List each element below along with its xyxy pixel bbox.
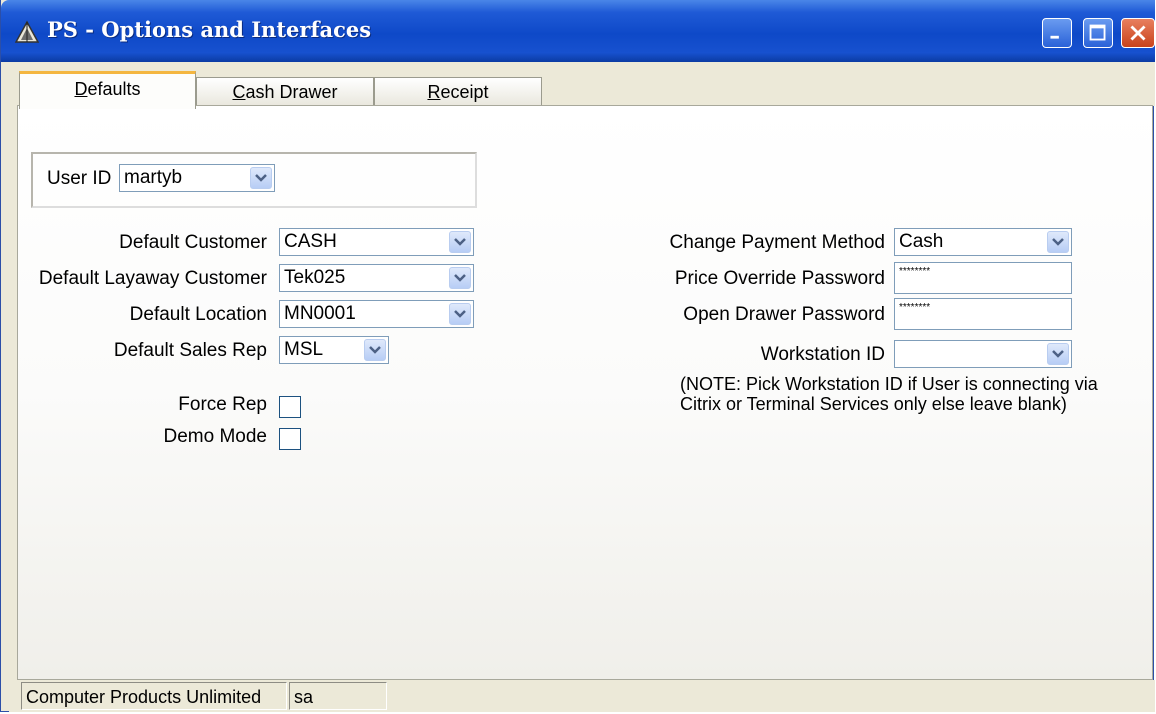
tab-defaults-mnemonic: D — [74, 79, 88, 99]
default-location-select[interactable]: MN0001 — [279, 300, 474, 328]
default-customer-label: Default Customer — [119, 232, 267, 253]
window-title: PS - Options and Interfaces — [47, 17, 372, 42]
default-layaway-customer-value: Tek025 — [284, 267, 346, 288]
app-window: PS - Options and Interfaces Defaults Cas… — [0, 0, 1155, 712]
tab-strip: Defaults Cash Drawer Receipt — [9, 62, 1155, 109]
open-drawer-password-value: ******** — [899, 302, 931, 313]
default-location-dropdown-button[interactable] — [449, 303, 471, 325]
demo-mode-label: Demo Mode — [163, 426, 268, 447]
price-override-password-value: ******** — [899, 266, 931, 277]
app-icon — [15, 20, 39, 43]
chevron-down-icon — [1052, 350, 1064, 358]
default-layaway-customer-label: Default Layaway Customer — [38, 268, 267, 289]
price-override-password-input[interactable]: ******** — [894, 262, 1072, 294]
default-sales-rep-dropdown-button[interactable] — [364, 339, 386, 361]
tab-defaults[interactable]: Defaults — [19, 71, 196, 109]
default-customer-dropdown-button[interactable] — [449, 231, 471, 253]
workstation-note: (NOTE: Pick Workstation ID if User is co… — [680, 374, 1098, 414]
default-location-label: Default Location — [129, 304, 267, 325]
force-rep-label: Force Rep — [178, 394, 267, 415]
tab-cash-drawer-label: ash Drawer — [245, 82, 338, 102]
tab-defaults-label: efaults — [87, 79, 141, 99]
chevron-down-icon — [454, 238, 466, 246]
close-button[interactable] — [1121, 18, 1155, 48]
workstation-id-dropdown-button[interactable] — [1047, 343, 1069, 365]
status-user: sa — [289, 682, 387, 710]
user-id-select[interactable]: martyb — [119, 164, 275, 192]
default-layaway-customer-dropdown-button[interactable] — [449, 267, 471, 289]
user-id-label: User ID — [47, 168, 112, 189]
change-payment-method-dropdown-button[interactable] — [1047, 231, 1069, 253]
chevron-down-icon — [255, 174, 267, 182]
user-id-value: martyb — [124, 167, 183, 188]
default-location-value: MN0001 — [284, 303, 356, 324]
chevron-down-icon — [454, 274, 466, 282]
maximize-button[interactable] — [1083, 18, 1113, 48]
tab-cash-drawer[interactable]: Cash Drawer — [196, 77, 374, 107]
chevron-down-icon — [454, 310, 466, 318]
default-sales-rep-label: Default Sales Rep — [113, 340, 267, 361]
user-id-dropdown-button[interactable] — [250, 167, 272, 189]
open-drawer-password-input[interactable]: ******** — [894, 298, 1072, 330]
chevron-down-icon — [1052, 238, 1064, 246]
minimize-icon — [1050, 35, 1059, 39]
default-customer-select[interactable]: CASH — [279, 228, 474, 256]
price-override-password-label: Price Override Password — [674, 268, 885, 289]
status-company: Computer Products Unlimited — [21, 682, 287, 710]
change-payment-method-select[interactable]: Cash — [894, 228, 1072, 256]
default-sales-rep-value: MSL — [284, 339, 324, 360]
open-drawer-password-label: Open Drawer Password — [683, 304, 885, 325]
close-icon — [1130, 25, 1146, 41]
change-payment-method-label: Change Payment Method — [669, 232, 885, 253]
default-customer-value: CASH — [284, 231, 337, 252]
status-bar: Computer Products Unlimited sa — [9, 680, 1155, 712]
workstation-id-label: Workstation ID — [760, 344, 885, 365]
tab-cash-drawer-mnemonic: C — [232, 82, 246, 102]
default-layaway-customer-select[interactable]: Tek025 — [279, 264, 474, 292]
maximize-icon — [1089, 24, 1106, 41]
force-rep-checkbox[interactable] — [279, 396, 301, 418]
tab-receipt[interactable]: Receipt — [374, 77, 542, 107]
default-sales-rep-select[interactable]: MSL — [279, 336, 389, 364]
workstation-id-select[interactable] — [894, 340, 1072, 368]
minimize-button[interactable] — [1042, 18, 1072, 48]
demo-mode-checkbox[interactable] — [279, 428, 301, 450]
tab-receipt-mnemonic: R — [427, 82, 441, 102]
change-payment-method-value: Cash — [899, 231, 944, 252]
tab-receipt-label: eceipt — [440, 82, 489, 102]
title-bar[interactable]: PS - Options and Interfaces — [1, 0, 1155, 62]
chevron-down-icon — [369, 346, 381, 354]
